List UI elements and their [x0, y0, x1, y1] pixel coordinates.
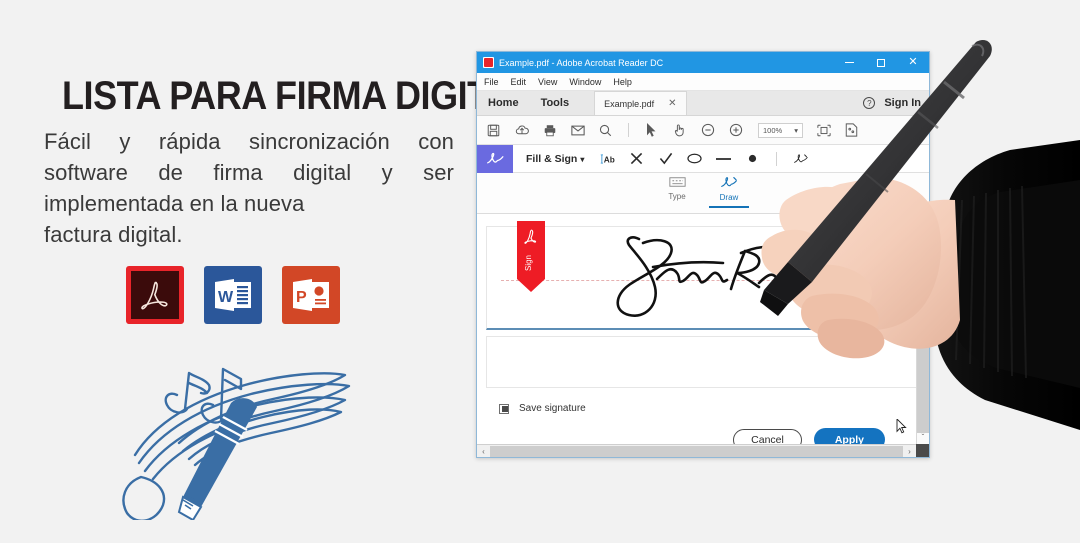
window-titlebar: Example.pdf - Adobe Acrobat Reader DC ✕ — [477, 52, 929, 73]
upload-cloud-icon[interactable] — [514, 123, 529, 138]
document-tab-label: Example.pdf — [604, 98, 655, 109]
svg-text:P: P — [296, 289, 307, 306]
zoom-level-value: 100% — [763, 125, 783, 135]
save-icon[interactable] — [486, 123, 501, 138]
maximize-button[interactable] — [865, 52, 897, 73]
tabstrip: Home Tools Example.pdf ✕ ? Sign In — [477, 91, 929, 116]
signature-badge-icon — [477, 144, 513, 173]
word-document-icon: W — [215, 279, 251, 311]
ellipse-icon[interactable] — [687, 151, 703, 166]
mouse-cursor-icon — [896, 417, 907, 434]
scroll-right-arrow[interactable]: › — [903, 447, 916, 456]
close-icon[interactable]: ✕ — [668, 98, 676, 109]
active-tab-underline — [709, 206, 749, 208]
fill-and-sign-text: Fill & Sign — [526, 152, 578, 165]
microsoft-powerpoint-logo: P — [282, 266, 340, 324]
mode-tab-type[interactable]: Type — [651, 176, 703, 207]
vertical-scroll-thumb[interactable] — [917, 243, 929, 327]
sign-in-button[interactable]: Sign In — [884, 97, 921, 109]
line-icon[interactable] — [716, 151, 732, 166]
minimize-button[interactable] — [833, 52, 865, 73]
acrobat-a-icon — [141, 281, 168, 310]
marketing-panel: LISTA PARA FIRMA DIGITAL Fácil y rápida … — [0, 0, 534, 538]
signature-canvas[interactable]: Sign — [486, 221, 920, 330]
chevron-down-icon[interactable]: ▾ — [794, 126, 798, 135]
fill-and-sign-toolbar: Fill & Sign ▾ Ab — [477, 144, 929, 173]
sign-pen-icon[interactable] — [793, 151, 809, 166]
tab-home[interactable]: Home — [477, 91, 530, 115]
dot-icon[interactable] — [745, 151, 760, 166]
svg-text:Ab: Ab — [604, 155, 615, 164]
mode-tab-draw-label: Draw — [719, 193, 739, 202]
select-cursor-icon[interactable] — [644, 123, 659, 138]
zoom-level-select[interactable]: 100% ▾ — [758, 122, 803, 138]
chevron-down-icon[interactable]: ▾ — [580, 155, 584, 164]
main-toolbar: 100% ▾ — [477, 116, 929, 145]
tab-tools[interactable]: Tools — [530, 91, 581, 115]
menu-item-view[interactable]: View — [538, 77, 557, 87]
powerpoint-slide-icon: P — [293, 279, 329, 311]
page-description-line-2: factura digital. — [44, 222, 183, 247]
page-description: Fácil y rápida sincronización con softwa… — [44, 126, 454, 250]
save-signature-checkbox[interactable] — [499, 403, 509, 414]
window-title: Example.pdf - Adobe Acrobat Reader DC — [499, 57, 664, 68]
app-logo-row: W P — [126, 266, 340, 324]
page-thumbnail-icon[interactable] — [844, 123, 859, 138]
menu-item-help[interactable]: Help — [613, 77, 632, 87]
signature-mode-tabs: Type Draw — [477, 173, 929, 214]
signature-secondary-pane[interactable] — [486, 336, 920, 388]
toolbar-divider — [628, 123, 629, 137]
horizontal-scroll-thumb[interactable] — [490, 445, 903, 457]
close-button[interactable]: ✕ — [897, 52, 929, 73]
check-mark-icon[interactable] — [658, 151, 673, 166]
fit-page-icon[interactable] — [816, 123, 831, 138]
mode-tab-type-label: Type — [668, 192, 686, 201]
adobe-acrobat-logo — [126, 266, 184, 324]
print-icon[interactable] — [542, 123, 557, 138]
horizontal-scrollbar[interactable]: ‹ › — [477, 444, 916, 457]
menubar: File Edit View Window Help — [477, 73, 929, 91]
tabstrip-spacer — [687, 91, 864, 115]
page-title: LISTA PARA FIRMA DIGITAL — [62, 74, 534, 118]
save-signature-label: Save signature — [519, 403, 586, 414]
scroll-left-arrow[interactable]: ‹ — [477, 447, 490, 456]
vertical-scroll-thumb-lower[interactable] — [917, 347, 929, 433]
vertical-scrollbar[interactable]: ˇ — [916, 243, 929, 444]
mode-tab-draw[interactable]: Draw — [703, 176, 755, 208]
scroll-down-arrow[interactable]: ˇ — [917, 432, 929, 444]
menu-item-edit[interactable]: Edit — [511, 77, 527, 87]
page-description-line-1: Fácil y rápida sincronización con softwa… — [44, 129, 454, 216]
window-controls: ✕ — [833, 52, 929, 73]
help-icon[interactable]: ? — [863, 97, 876, 109]
text-Ab-icon[interactable]: Ab — [600, 151, 615, 166]
sweater-sleeve — [934, 140, 1080, 430]
zoom-in-icon[interactable] — [728, 123, 743, 138]
microsoft-word-logo: W — [204, 266, 262, 324]
bookmark-label: Sign — [524, 255, 533, 271]
menu-item-file[interactable]: File — [484, 77, 499, 87]
fill-and-sign-tools: Ab — [600, 151, 809, 166]
toolbar-divider — [776, 151, 778, 166]
acrobat-app-icon — [483, 57, 494, 68]
svg-text:W: W — [218, 289, 234, 306]
sign-here-bookmark: Sign — [517, 221, 545, 293]
draw-pen-icon — [720, 176, 739, 191]
search-icon[interactable] — [598, 123, 613, 138]
acrobat-reader-window: Example.pdf - Adobe Acrobat Reader DC ✕ … — [476, 51, 930, 458]
scrollbar-corner — [916, 444, 929, 457]
email-icon[interactable] — [570, 123, 585, 138]
zoom-out-icon[interactable] — [700, 123, 715, 138]
tabstrip-right: ? Sign In — [863, 91, 929, 115]
fill-and-sign-label[interactable]: Fill & Sign ▾ — [526, 153, 584, 165]
menu-item-window[interactable]: Window — [569, 77, 601, 87]
keyboard-icon — [668, 176, 686, 190]
cross-x-icon[interactable] — [629, 151, 644, 166]
save-signature-row: Save signature — [499, 403, 929, 414]
hand-tool-icon[interactable] — [672, 123, 687, 138]
handwritten-signature — [599, 231, 829, 327]
adobe-acrobat-logo-inner — [131, 271, 179, 319]
music-note-pencil-logo — [105, 345, 355, 523]
document-tab[interactable]: Example.pdf ✕ — [594, 91, 687, 115]
